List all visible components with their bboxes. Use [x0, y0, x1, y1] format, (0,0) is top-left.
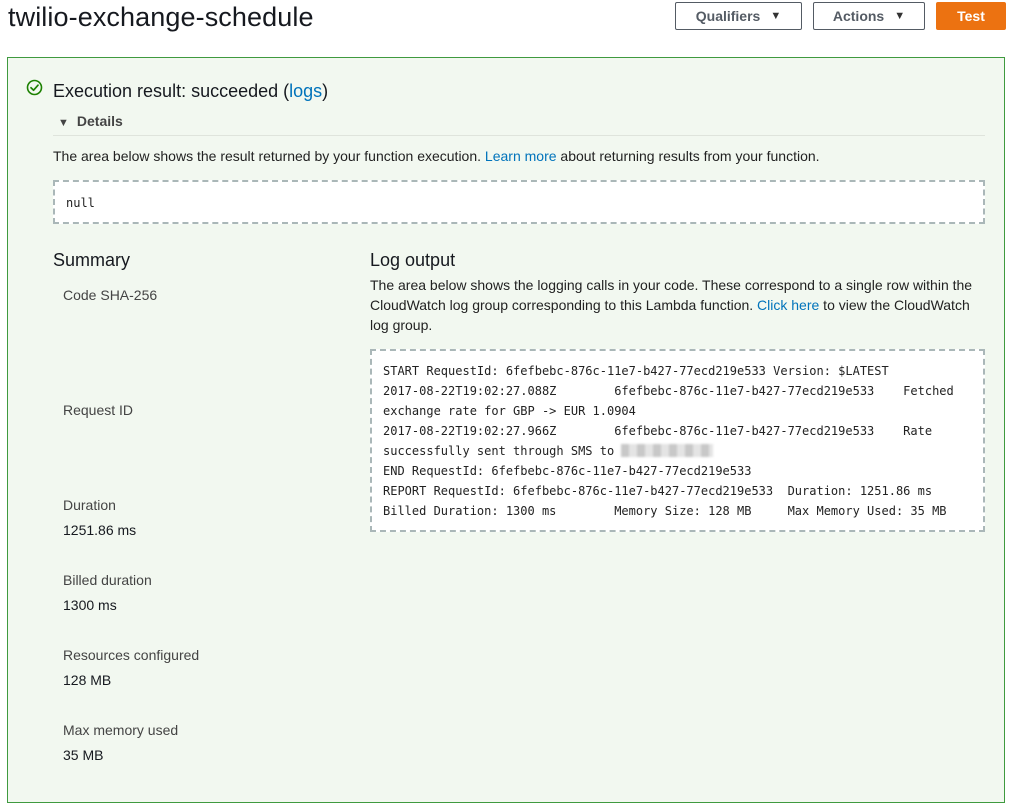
result-description-text: The area below shows the result returned…: [53, 148, 485, 164]
log-line: 2017-08-22T19:02:27.966Z 6fefbebc-876c-1…: [383, 424, 933, 438]
execution-result-panel: Execution result: succeeded (logs) ▼ Deta…: [7, 57, 1005, 803]
billed-duration-value: 1300 ms: [63, 597, 117, 613]
billed-duration-label: Billed duration: [63, 572, 152, 588]
redacted-phone-number: [621, 444, 714, 457]
resources-configured-label: Resources configured: [63, 647, 200, 663]
code-sha-label: Code SHA-256: [63, 287, 158, 303]
log-output-box: START RequestId: 6fefbebc-876c-11e7-b427…: [370, 349, 985, 532]
execution-result-suffix: ): [322, 81, 329, 101]
request-id-label: Request ID: [63, 402, 134, 418]
log-output-heading: Log output: [370, 250, 456, 270]
resources-configured-value: 128 MB: [63, 672, 112, 688]
success-check-icon: [26, 79, 43, 96]
log-line: REPORT RequestId: 6fefbebc-876c-11e7-b42…: [383, 484, 933, 498]
test-button[interactable]: Test: [936, 2, 1006, 30]
details-label: Details: [76, 113, 123, 129]
log-line-text: successfully sent through SMS to: [383, 444, 622, 458]
triangle-down-icon: ▼: [58, 117, 69, 129]
result-description: The area below shows the result returned…: [53, 148, 820, 164]
duration-value: 1251.86 ms: [63, 522, 137, 538]
actions-dropdown-button[interactable]: Actions ▼: [813, 2, 925, 30]
log-line: START RequestId: 6fefbebc-876c-11e7-b427…: [383, 364, 889, 378]
log-line: exchange rate for GBP -> EUR 1.0904: [383, 404, 636, 418]
page-title: twilio-exchange-schedule: [8, 2, 314, 32]
summary-heading: Summary: [53, 250, 131, 270]
log-description: The area below shows the logging calls i…: [370, 275, 992, 335]
divider: [53, 135, 985, 136]
caret-down-icon: ▼: [770, 10, 782, 22]
execution-result-text: Execution result: succeeded (: [53, 81, 290, 101]
actions-label: Actions: [832, 8, 885, 24]
logs-link[interactable]: logs: [289, 81, 322, 101]
log-line-redacted: successfully sent through SMS to: [383, 441, 983, 461]
max-memory-label: Max memory used: [63, 722, 179, 738]
qualifiers-dropdown-button[interactable]: Qualifiers ▼: [675, 2, 802, 30]
caret-down-icon: ▼: [894, 10, 906, 22]
qualifiers-label: Qualifiers: [695, 8, 761, 24]
result-output-box: null: [53, 180, 985, 224]
max-memory-value: 35 MB: [63, 747, 104, 763]
result-description-suffix: about returning results from your functi…: [556, 148, 820, 164]
learn-more-link[interactable]: Learn more: [485, 148, 557, 164]
log-line: 2017-08-22T19:02:27.088Z 6fefbebc-876c-1…: [383, 384, 954, 398]
details-toggle[interactable]: ▼ Details: [58, 113, 123, 129]
log-line: Billed Duration: 1300 ms Memory Size: 12…: [383, 504, 947, 518]
execution-result-title: Execution result: succeeded (logs): [53, 81, 328, 102]
click-here-link[interactable]: Click here: [757, 297, 819, 313]
duration-label: Duration: [63, 497, 116, 513]
log-line: END RequestId: 6fefbebc-876c-11e7-b427-7…: [383, 464, 752, 478]
